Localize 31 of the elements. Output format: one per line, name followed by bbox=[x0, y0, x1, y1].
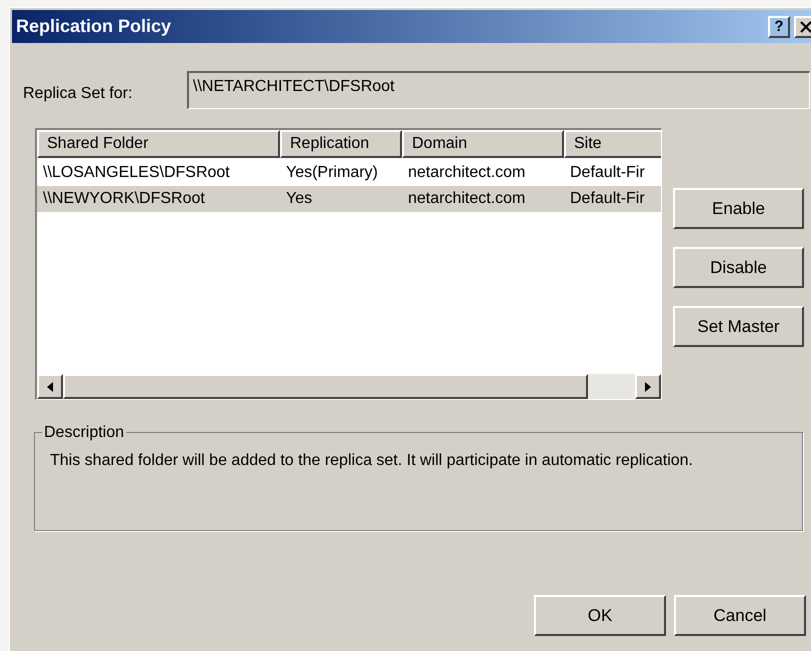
scroll-right-button[interactable] bbox=[635, 374, 661, 399]
table-cell-text: netarchitect.com bbox=[407, 189, 526, 209]
table-row[interactable]: \\NEWYORK\DFSRoot Yes netarchitect.com Default-Fir bbox=[37, 186, 661, 212]
window-title: Replication Policy bbox=[16, 15, 172, 38]
help-button[interactable]: ? bbox=[768, 16, 790, 38]
table-cell-text: Yes(Primary) bbox=[285, 163, 379, 183]
table-cell-text: \\NEWYORK\DFSRoot bbox=[42, 189, 206, 209]
table-cell-text: Default-Fir bbox=[569, 163, 646, 183]
replica-set-field[interactable]: \\NETARCHITECT\DFSRoot bbox=[187, 71, 810, 109]
dialog-button[interactable]: Enable bbox=[673, 188, 804, 229]
column-header[interactable]: Site bbox=[564, 130, 661, 158]
table-cell-text: \\LOSANGELES\DFSRoot bbox=[42, 163, 231, 183]
table-cell-text: Yes bbox=[285, 189, 314, 209]
table-cell-text: Default-Fir bbox=[569, 189, 646, 209]
column-header[interactable]: Shared Folder bbox=[37, 130, 280, 158]
close-button[interactable] bbox=[794, 16, 811, 38]
horizontal-scrollbar[interactable] bbox=[37, 374, 661, 399]
description-text: This shared folder will be added to the replica set. It will participate in automatic replication. bbox=[50, 451, 694, 471]
scroll-thumb[interactable] bbox=[63, 374, 588, 399]
replica-set-label: Replica Set for: bbox=[23, 84, 134, 104]
dialog-button[interactable]: Cancel bbox=[674, 595, 806, 636]
left-arrow-icon bbox=[47, 382, 53, 392]
dialog-button[interactable]: OK bbox=[534, 595, 666, 636]
right-arrow-icon bbox=[645, 382, 651, 392]
scroll-left-button[interactable] bbox=[37, 374, 63, 399]
dialog-button[interactable]: Set Master bbox=[673, 306, 804, 347]
column-header[interactable]: Replication bbox=[280, 130, 402, 158]
table-cell-text: netarchitect.com bbox=[407, 163, 526, 183]
close-icon bbox=[800, 20, 811, 32]
column-header[interactable]: Domain bbox=[402, 130, 564, 158]
dialog-button[interactable]: Disable bbox=[673, 247, 804, 288]
